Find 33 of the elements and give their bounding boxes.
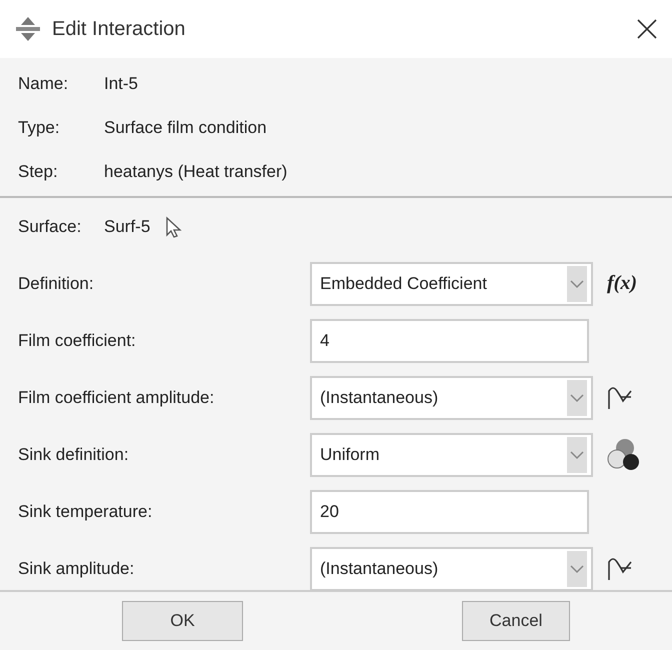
field-value: Int-5 (104, 74, 138, 94)
cancel-button[interactable]: Cancel (462, 601, 570, 641)
dropdown[interactable]: (Instantaneous) (310, 376, 593, 420)
app-icon (14, 15, 42, 43)
field-label: Sink amplitude: (18, 558, 136, 578)
ok-button[interactable]: OK (122, 601, 243, 641)
field-label: Name: (18, 74, 70, 94)
field-label: Type: (18, 118, 61, 138)
caret-icon (570, 450, 584, 460)
field-value: Surf-5 (104, 216, 150, 236)
color-blobs-icon[interactable] (607, 438, 641, 472)
amplitude-icon[interactable] (607, 556, 633, 582)
function-label: f(x) (607, 272, 637, 295)
field-label: Step: (18, 162, 59, 182)
field-label: Sink definition: (18, 444, 130, 464)
field-value: heatanys (Heat transfer) (104, 162, 288, 182)
caret-icon (570, 278, 584, 288)
dropdown[interactable]: Uniform (310, 432, 593, 476)
caret-icon (570, 392, 584, 402)
field-label: Surface: (18, 216, 82, 236)
close-icon[interactable] (636, 18, 658, 40)
window-title: Edit Interaction (52, 18, 186, 40)
field-value: Surface film condition (104, 118, 267, 138)
field-label: Film coefficient amplitude: (18, 388, 216, 408)
dropdown[interactable]: Embedded Coefficient (310, 262, 593, 306)
field-label: Film coefficient: (18, 330, 137, 350)
caret-icon (570, 564, 584, 574)
input-field[interactable]: 20 (310, 490, 589, 534)
field-label: Sink temperature: (18, 502, 154, 522)
amplitude-icon[interactable] (607, 384, 633, 410)
input-field[interactable]: 4 (310, 318, 589, 362)
field-label: Definition: (18, 274, 95, 294)
dropdown[interactable]: (Instantaneous) (310, 546, 593, 590)
